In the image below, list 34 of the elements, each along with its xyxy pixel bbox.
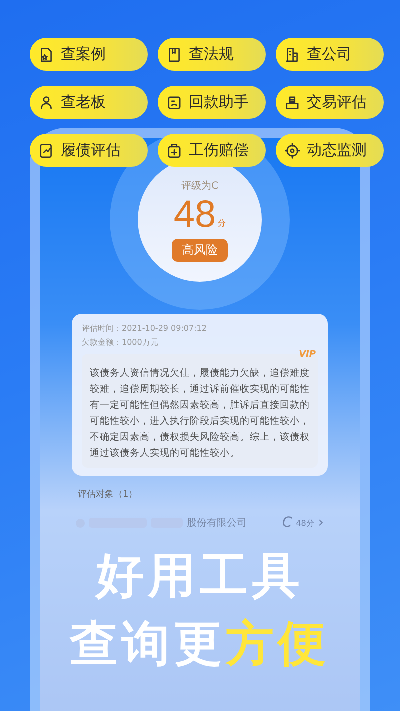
tool-button[interactable]: 查公司 bbox=[276, 38, 384, 71]
book-icon bbox=[167, 46, 182, 62]
company-name: 股份有限公司 bbox=[187, 517, 248, 530]
headline-text: 方便 bbox=[226, 615, 330, 674]
score-value: 48 bbox=[174, 192, 216, 236]
note-icon bbox=[167, 94, 182, 110]
building-icon bbox=[285, 46, 300, 62]
grade-letter: C bbox=[282, 515, 292, 531]
tool-button[interactable]: 工伤赔偿 bbox=[158, 134, 266, 167]
stamp-icon bbox=[285, 94, 300, 110]
tool-button[interactable]: 动态监测 bbox=[276, 134, 384, 167]
tool-button[interactable]: 回款助手 bbox=[158, 86, 266, 119]
edit-document-icon bbox=[39, 142, 54, 158]
tool-button[interactable]: 交易评估 bbox=[276, 86, 384, 119]
risk-badge: 高风险 bbox=[172, 238, 228, 262]
section-title: 评估对象（1） bbox=[78, 488, 138, 501]
tool-button[interactable]: 查案例 bbox=[30, 38, 148, 71]
person-icon bbox=[39, 94, 54, 110]
medical-kit-icon bbox=[167, 142, 182, 158]
report-amount: 欠款金额：1000万元 bbox=[82, 337, 160, 349]
grade-label: 评级为C bbox=[182, 180, 218, 192]
summary-text: 该债务人资信情况欠佳，履债能力欠缺，追偿难度较难，追偿周期较长，通过诉前催收实现的可能性有一定可能性但偶然因素较高，胜诉后直接回款的可能性较小，进入执行阶段后实现的可能性较小，不确定因素高，债权损失风险较高。综上，该债权通过该债务人实现的可能性较小。 bbox=[90, 367, 310, 461]
chevron-icon: › bbox=[318, 515, 324, 531]
document-icon bbox=[39, 46, 54, 62]
tool-button[interactable]: 查老板 bbox=[30, 86, 148, 119]
target-icon bbox=[285, 142, 300, 158]
company-score: 48分 bbox=[296, 518, 314, 528]
tool-button[interactable]: 履债评估 bbox=[30, 134, 148, 167]
score-unit: 分 bbox=[218, 218, 226, 228]
headline-text: 好用工具 bbox=[96, 547, 304, 606]
tool-button[interactable]: 查法规 bbox=[158, 38, 266, 71]
vip-label: VIP bbox=[299, 350, 316, 360]
report-time: 评估时间：2021-10-29 09:07:12 bbox=[82, 323, 208, 335]
headline-text: 查询更 bbox=[70, 615, 226, 674]
